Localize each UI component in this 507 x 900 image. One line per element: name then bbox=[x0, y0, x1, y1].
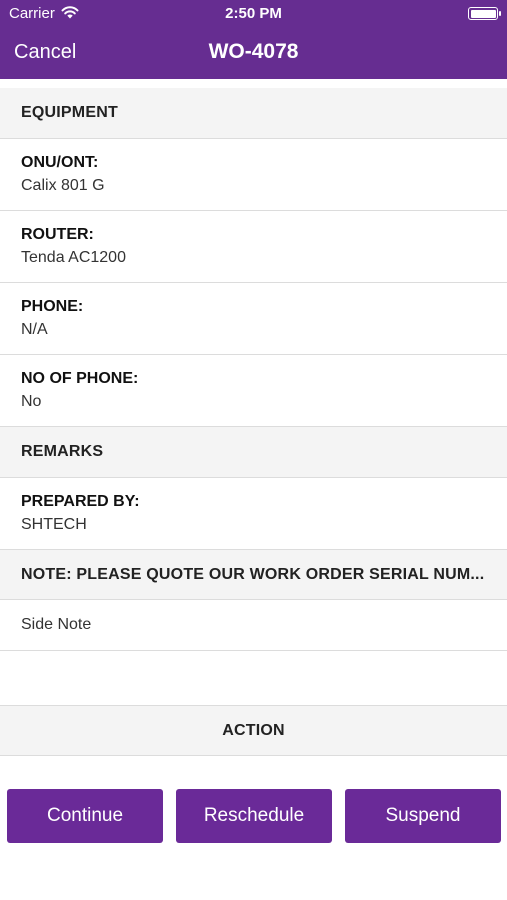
section-header-remarks: REMARKS bbox=[0, 427, 507, 478]
field-label-onu-ont: ONU/ONT: bbox=[21, 154, 99, 171]
side-note-row[interactable]: Side Note bbox=[0, 600, 507, 651]
section-title-equipment: EQUIPMENT bbox=[21, 104, 118, 121]
field-label-router: ROUTER: bbox=[21, 226, 94, 243]
section-header-note: NOTE: PLEASE QUOTE OUR WORK ORDER SERIAL… bbox=[0, 550, 507, 600]
section-title-remarks: REMARKS bbox=[21, 443, 104, 460]
field-value-prepared-by: SHTECH bbox=[21, 516, 87, 533]
field-label-phone: PHONE: bbox=[21, 298, 84, 315]
battery-icon bbox=[468, 7, 501, 20]
navigation-bar: Cancel WO-4078 bbox=[0, 28, 507, 79]
section-title-action: ACTION bbox=[222, 721, 285, 739]
top-bar: Carrier 2:50 PM Cancel WO-4078 bbox=[0, 0, 507, 79]
reschedule-button[interactable]: Reschedule bbox=[176, 789, 332, 843]
field-value-phone: N/A bbox=[21, 321, 48, 338]
field-value-no-of-phone: No bbox=[21, 393, 42, 410]
field-label-prepared-by: PREPARED BY: bbox=[21, 493, 140, 510]
field-row-no-of-phone: NO OF PHONE: No bbox=[0, 355, 507, 427]
suspend-button[interactable]: Suspend bbox=[345, 789, 501, 843]
continue-button[interactable]: Continue bbox=[7, 789, 163, 843]
status-bar: Carrier 2:50 PM bbox=[0, 0, 507, 28]
field-row-prepared-by: PREPARED BY: SHTECH bbox=[0, 478, 507, 550]
section-title-note: NOTE: PLEASE QUOTE OUR WORK ORDER SERIAL… bbox=[21, 565, 485, 583]
side-note-label: Side Note bbox=[21, 616, 92, 633]
cancel-button[interactable]: Cancel bbox=[14, 41, 76, 64]
status-time: 2:50 PM bbox=[225, 5, 282, 22]
field-label-no-of-phone: NO OF PHONE: bbox=[21, 370, 139, 387]
section-header-equipment: EQUIPMENT bbox=[0, 88, 507, 139]
field-value-router: Tenda AC1200 bbox=[21, 249, 126, 266]
field-row-onu-ont: ONU/ONT: Calix 801 G bbox=[0, 139, 507, 211]
field-row-phone: PHONE: N/A bbox=[0, 283, 507, 355]
field-value-onu-ont: Calix 801 G bbox=[21, 177, 105, 194]
field-row-router: ROUTER: Tenda AC1200 bbox=[0, 211, 507, 283]
section-header-action: ACTION bbox=[0, 705, 507, 756]
